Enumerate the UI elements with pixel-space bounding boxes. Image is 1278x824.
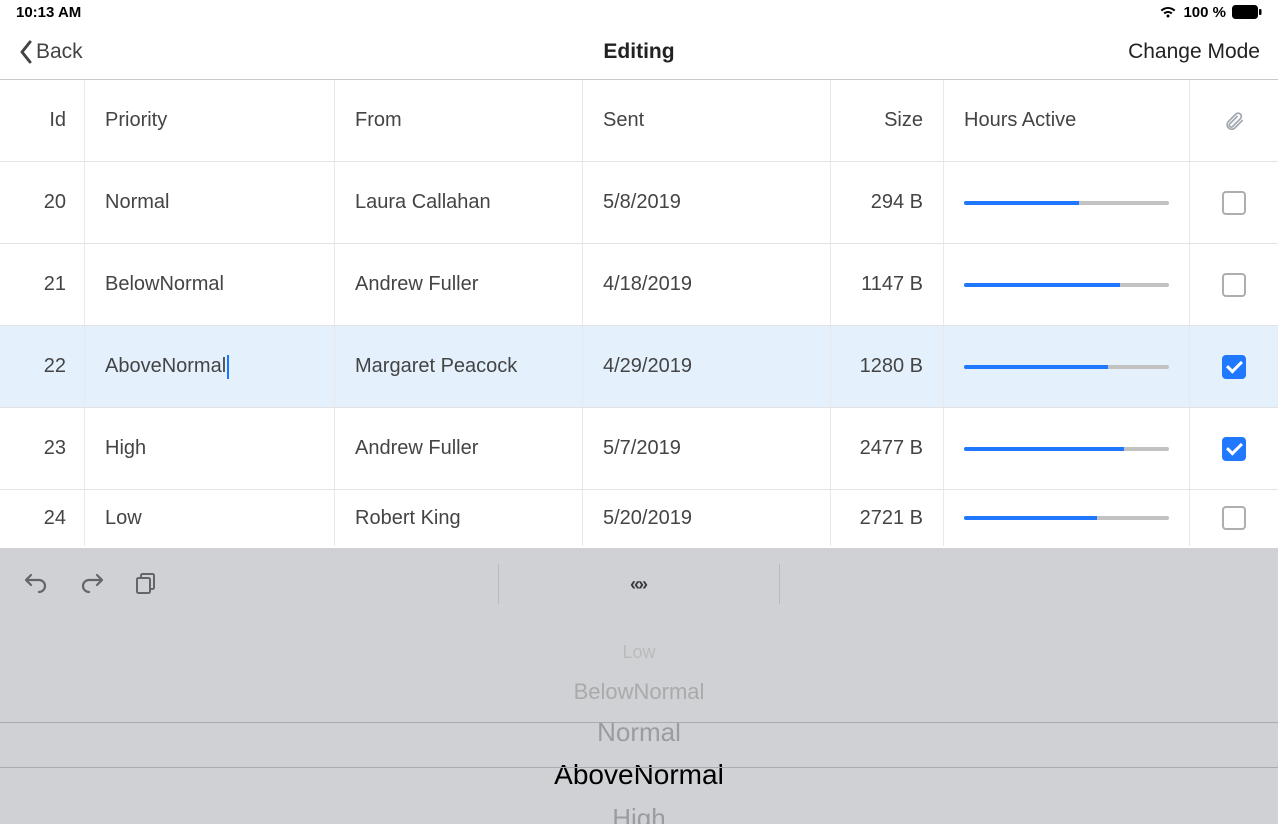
checkbox[interactable] — [1222, 191, 1246, 215]
editing-value: AboveNormal — [105, 355, 226, 378]
battery-icon — [1232, 5, 1262, 19]
cell-size[interactable]: 2477 B — [831, 408, 944, 489]
cell-from[interactable]: Andrew Fuller — [335, 408, 583, 489]
back-label: Back — [36, 40, 83, 64]
cell-sent[interactable]: 5/7/2019 — [583, 408, 831, 489]
col-hours[interactable]: Hours Active — [944, 80, 1190, 161]
status-battery-text: 100 % — [1183, 4, 1226, 21]
cell-attach[interactable] — [1190, 326, 1278, 407]
change-mode-button[interactable]: Change Mode — [1128, 40, 1260, 64]
col-sent[interactable]: Sent — [583, 80, 831, 161]
cell-id[interactable]: 20 — [0, 162, 85, 243]
table-row[interactable]: 20 Normal Laura Callahan 5/8/2019 294 B — [0, 162, 1278, 244]
checkbox[interactable] — [1222, 273, 1246, 297]
cell-priority[interactable]: High — [85, 408, 335, 489]
cell-size[interactable]: 1280 B — [831, 326, 944, 407]
chevron-left-icon — [18, 40, 34, 64]
cell-size[interactable]: 294 B — [831, 162, 944, 243]
cell-hours[interactable] — [944, 162, 1190, 243]
picker-option[interactable]: Normal — [0, 712, 1278, 752]
priority-picker[interactable]: Low BelowNormal Normal AboveNormal High — [0, 620, 1278, 824]
cell-priority-editing[interactable]: AboveNormal — [85, 326, 335, 407]
col-attach[interactable] — [1190, 80, 1278, 161]
separator — [779, 564, 780, 604]
separator — [498, 564, 499, 604]
progress-bar — [964, 365, 1169, 369]
checkbox[interactable] — [1222, 437, 1246, 461]
cell-hours[interactable] — [944, 408, 1190, 489]
grid-header: Id Priority From Sent Size Hours Active — [0, 80, 1278, 162]
clipboard-icon[interactable] — [134, 570, 158, 599]
progress-bar — [964, 283, 1169, 287]
cell-hours[interactable] — [944, 490, 1190, 546]
page-title: Editing — [0, 40, 1278, 64]
cell-attach[interactable] — [1190, 162, 1278, 243]
cell-size[interactable]: 1147 B — [831, 244, 944, 325]
progress-bar — [964, 201, 1169, 205]
wifi-icon — [1159, 5, 1177, 19]
col-from[interactable]: From — [335, 80, 583, 161]
nav-bar: Back Editing Change Mode — [0, 24, 1278, 80]
cell-priority[interactable]: Normal — [85, 162, 335, 243]
cell-id[interactable]: 22 — [0, 326, 85, 407]
cell-id[interactable]: 24 — [0, 490, 85, 546]
cell-from[interactable]: Andrew Fuller — [335, 244, 583, 325]
cell-sent[interactable]: 4/18/2019 — [583, 244, 831, 325]
table-row[interactable]: 22 AboveNormal Margaret Peacock 4/29/201… — [0, 326, 1278, 408]
checkbox[interactable] — [1222, 355, 1246, 379]
cell-hours[interactable] — [944, 244, 1190, 325]
table-row[interactable]: 24 Low Robert King 5/20/2019 2721 B — [0, 490, 1278, 546]
cell-id[interactable]: 21 — [0, 244, 85, 325]
picker-option-selected[interactable]: AboveNormal — [0, 752, 1278, 798]
picker-option[interactable]: BelowNormal — [0, 672, 1278, 712]
cell-attach[interactable] — [1190, 244, 1278, 325]
progress-bar — [964, 447, 1169, 451]
cell-from[interactable]: Laura Callahan — [335, 162, 583, 243]
back-button[interactable]: Back — [18, 40, 83, 64]
undo-icon[interactable] — [22, 570, 50, 599]
cell-from[interactable]: Robert King — [335, 490, 583, 546]
picker-option[interactable]: High — [0, 798, 1278, 824]
cell-attach[interactable] — [1190, 490, 1278, 546]
progress-bar — [964, 516, 1169, 520]
cell-attach[interactable] — [1190, 408, 1278, 489]
cell-sent[interactable]: 5/20/2019 — [583, 490, 831, 546]
status-right: 100 % — [1159, 4, 1262, 21]
cell-sent[interactable]: 5/8/2019 — [583, 162, 831, 243]
cell-from[interactable]: Margaret Peacock — [335, 326, 583, 407]
table-row[interactable]: 23 High Andrew Fuller 5/7/2019 2477 B — [0, 408, 1278, 490]
cell-sent[interactable]: 4/29/2019 — [583, 326, 831, 407]
cell-id[interactable]: 23 — [0, 408, 85, 489]
keyboard-accessory: « » — [0, 548, 1278, 620]
cell-priority[interactable]: Low — [85, 490, 335, 546]
table-row[interactable]: 21 BelowNormal Andrew Fuller 4/18/2019 1… — [0, 244, 1278, 326]
redo-icon[interactable] — [78, 570, 106, 599]
cell-size[interactable]: 2721 B — [831, 490, 944, 546]
attachment-icon — [1223, 110, 1245, 132]
status-time: 10:13 AM — [16, 4, 81, 21]
status-bar: 10:13 AM 100 % — [0, 0, 1278, 24]
checkbox[interactable] — [1222, 506, 1246, 530]
col-size[interactable]: Size — [831, 80, 944, 161]
cell-hours[interactable] — [944, 326, 1190, 407]
picker-option[interactable]: Low — [0, 632, 1278, 672]
col-id[interactable]: Id — [0, 80, 85, 161]
col-priority[interactable]: Priority — [85, 80, 335, 161]
cell-priority[interactable]: BelowNormal — [85, 244, 335, 325]
data-grid: Id Priority From Sent Size Hours Active … — [0, 80, 1278, 546]
text-caret — [227, 355, 229, 379]
next-field-icon[interactable]: » — [638, 574, 648, 595]
